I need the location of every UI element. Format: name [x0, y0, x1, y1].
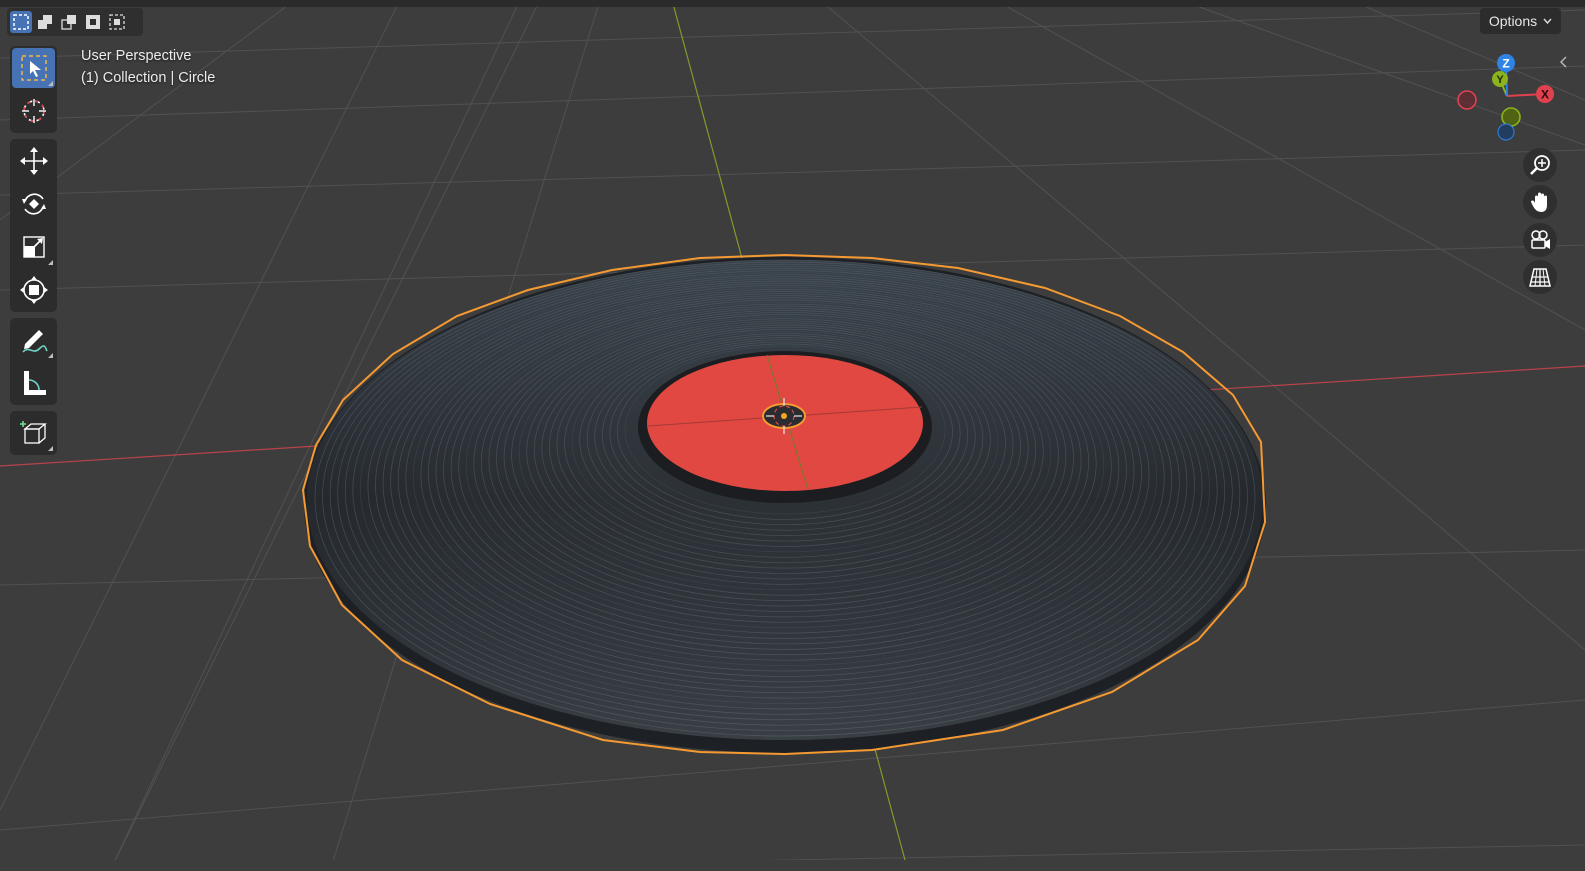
- zoom-button[interactable]: [1523, 148, 1557, 182]
- grid-perspective-icon: [1529, 268, 1551, 287]
- select-intersect-icon: [109, 14, 125, 30]
- zoom-icon: [1530, 155, 1550, 175]
- cursor-select-icon: [20, 55, 47, 81]
- move-arrows-icon: [19, 147, 48, 175]
- intersect-selection-button[interactable]: [106, 11, 128, 33]
- selection-mode-group: [7, 8, 143, 36]
- tool-annotate[interactable]: [12, 320, 55, 360]
- scale-icon: [22, 236, 45, 258]
- annotate-pencil-icon: [21, 330, 48, 353]
- measure-ruler-icon: [23, 371, 46, 395]
- invert-selection-button[interactable]: [82, 11, 104, 33]
- subtract-selection-button[interactable]: [58, 11, 80, 33]
- select-extend-icon: [38, 15, 52, 29]
- collection-label: (1) Collection | Circle: [81, 69, 216, 86]
- set-new-selection-button[interactable]: [10, 11, 32, 33]
- view-name-label: User Perspective: [81, 48, 192, 64]
- perspective-toggle-button[interactable]: [1523, 260, 1557, 294]
- header-strip: [0, 0, 1585, 7]
- viewport-info: User Perspective (1) Collection | Circle: [81, 46, 215, 89]
- options-label: Options: [1488, 13, 1538, 29]
- extend-selection-button[interactable]: [34, 11, 56, 33]
- tool-scale[interactable]: [12, 227, 55, 267]
- tool-shelf: [10, 46, 57, 461]
- tool-add-cube[interactable]: [12, 413, 55, 453]
- tool-cursor[interactable]: [12, 91, 55, 131]
- pan-hand-icon: [1531, 192, 1547, 212]
- tool-move[interactable]: [12, 141, 55, 181]
- rotate-icon: [21, 193, 46, 215]
- select-subtract-icon: [61, 15, 76, 30]
- options-dropdown[interactable]: Options: [1480, 8, 1561, 34]
- tool-group-annotate: [10, 318, 57, 405]
- status-strip: [0, 860, 1585, 871]
- camera-icon: [1531, 230, 1550, 249]
- add-cube-icon: [19, 421, 47, 444]
- tool-rotate[interactable]: [12, 184, 55, 224]
- tool-measure[interactable]: [12, 363, 55, 403]
- viewport-canvas[interactable]: [0, 0, 1585, 871]
- 3d-viewport[interactable]: [0, 0, 1585, 871]
- x-axis-label: X: [1541, 88, 1549, 102]
- tool-select-box[interactable]: [12, 48, 55, 88]
- tool-group-transform: [10, 139, 57, 312]
- neg-y-axis-handle: [1501, 107, 1521, 127]
- navigation-gizmo[interactable]: X Y Z: [1448, 48, 1568, 148]
- vinyl-record-object: [301, 253, 1267, 756]
- y-axis-label: Y: [1496, 74, 1504, 86]
- camera-view-button[interactable]: [1523, 223, 1557, 257]
- tool-group-add: [10, 411, 57, 455]
- select-new-icon: [13, 14, 29, 30]
- neg-z-axis-handle: [1497, 123, 1515, 141]
- chevron-down-icon: [1543, 18, 1552, 24]
- z-axis-label: Z: [1502, 57, 1509, 71]
- tool-transform[interactable]: [12, 270, 55, 310]
- select-invert-icon: [86, 15, 100, 29]
- transform-icon: [19, 276, 48, 304]
- origin-point: [781, 413, 787, 419]
- pan-button[interactable]: [1523, 185, 1557, 219]
- 3d-cursor-icon: [21, 99, 46, 123]
- tool-group-select: [10, 46, 57, 133]
